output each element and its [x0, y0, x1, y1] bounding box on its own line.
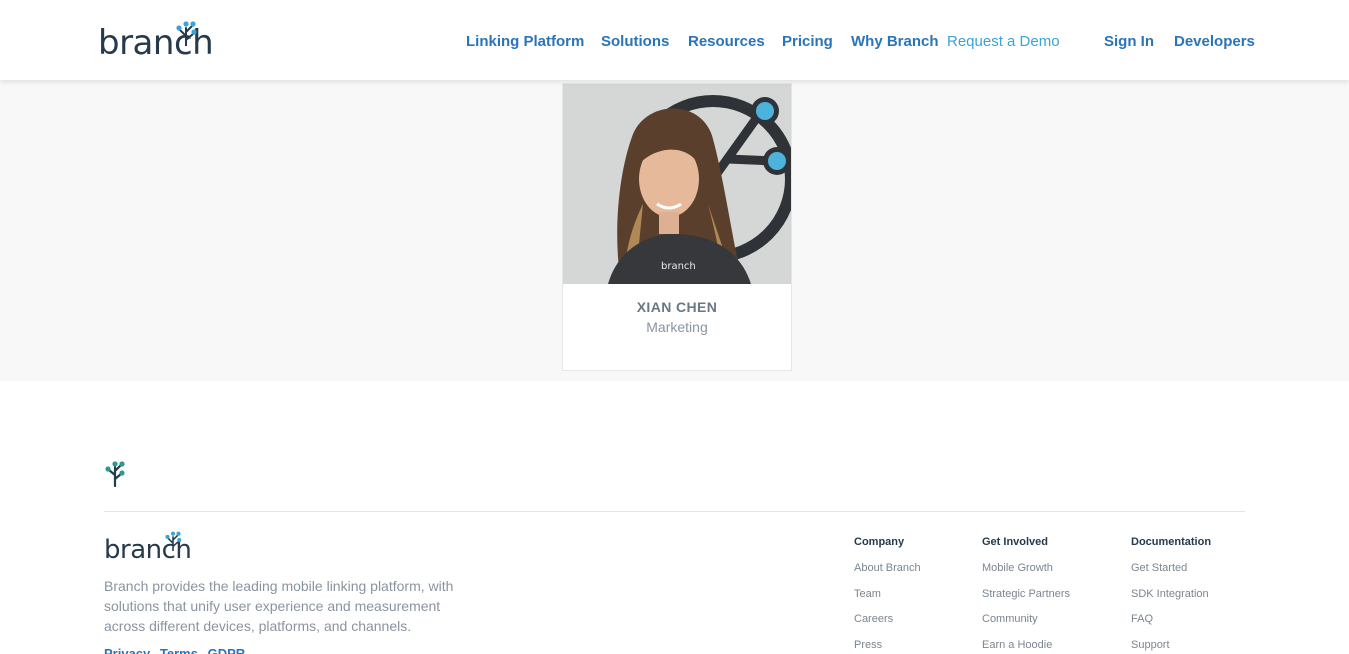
- nav-pricing[interactable]: Pricing: [782, 33, 833, 50]
- branch-tree-icon: [165, 531, 182, 551]
- footer-description: Branch provides the leading mobile linki…: [104, 578, 454, 634]
- footer-column-get-involved: Get Involved Mobile Growth Strategic Par…: [982, 536, 1070, 654]
- gdpr-link[interactable]: GDPR: [208, 646, 246, 654]
- footer-link[interactable]: SDK Integration: [1131, 588, 1211, 614]
- main-nav: Linking Platform Solutions Resources Pri…: [0, 33, 1349, 53]
- footer-column-heading: Get Involved: [982, 536, 1049, 548]
- branch-tree-icon: [105, 461, 125, 487]
- footer-link[interactable]: FAQ: [1131, 613, 1211, 639]
- team-member-role: Marketing: [646, 319, 708, 335]
- footer-link[interactable]: Press: [854, 639, 921, 654]
- team-member-card[interactable]: branch XIAN CHEN Marketing: [562, 83, 792, 371]
- nav-solutions[interactable]: Solutions: [601, 33, 669, 50]
- footer-link[interactable]: Strategic Partners: [982, 588, 1070, 614]
- footer-link[interactable]: Careers: [854, 613, 921, 639]
- site-header: branch Linking Platform Solutions Resour…: [0, 0, 1349, 80]
- nav-request-demo[interactable]: Request a Demo: [947, 33, 1060, 50]
- nav-resources[interactable]: Resources: [688, 33, 765, 50]
- nav-sign-in[interactable]: Sign In: [1104, 33, 1154, 50]
- footer-column-company: Company About Branch Team Careers Press: [854, 536, 921, 654]
- svg-text:branch: branch: [661, 261, 696, 272]
- footer-column-documentation: Documentation Get Started SDK Integratio…: [1131, 536, 1211, 654]
- footer-link[interactable]: About Branch: [854, 562, 921, 588]
- footer-column-heading: Documentation: [1131, 536, 1212, 548]
- footer-link[interactable]: Community: [982, 613, 1070, 639]
- footer-branch-logo[interactable]: branch: [104, 531, 192, 563]
- terms-link[interactable]: Terms: [160, 646, 198, 654]
- footer-link[interactable]: Support: [1131, 639, 1211, 654]
- team-member-photo: branch: [563, 84, 791, 284]
- nav-linking-platform[interactable]: Linking Platform: [466, 33, 584, 50]
- footer-link[interactable]: Earn a Hoodie: [982, 639, 1070, 654]
- team-section: branch XIAN CHEN Marketing: [0, 80, 1349, 381]
- legal-links: Privacy Terms GDPR: [104, 646, 251, 654]
- footer-column-heading: Company: [854, 536, 905, 548]
- team-member-name: XIAN CHEN: [636, 299, 718, 315]
- footer-link[interactable]: Mobile Growth: [982, 562, 1070, 588]
- footer-divider: [104, 511, 1245, 512]
- footer-link[interactable]: Team: [854, 588, 921, 614]
- nav-developers[interactable]: Developers: [1174, 33, 1255, 50]
- footer-link[interactable]: Get Started: [1131, 562, 1211, 588]
- privacy-link[interactable]: Privacy: [104, 646, 150, 654]
- nav-why-branch[interactable]: Why Branch: [851, 33, 939, 50]
